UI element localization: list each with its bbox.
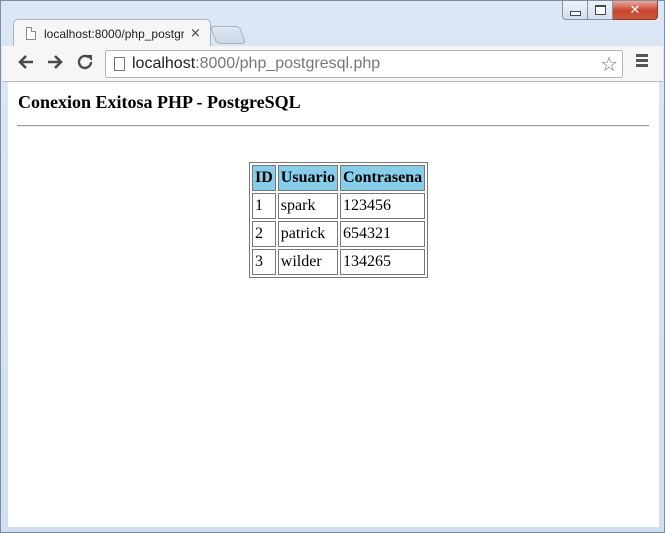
tab-close-icon[interactable]: ×: [190, 26, 201, 41]
table-cell: wilder: [277, 249, 339, 275]
tab-title: localhost:8000/php_postgresql.php: [44, 26, 184, 41]
browser-window: ✕ localhost:8000/php_postgresql.php × lo…: [0, 0, 665, 533]
reload-button[interactable]: [76, 53, 94, 74]
table-cell: 134265: [340, 249, 426, 275]
table-cell: 123456: [340, 193, 426, 219]
window-controls: ✕: [562, 1, 658, 20]
arrow-left-icon: [18, 55, 33, 69]
close-window-button[interactable]: ✕: [613, 1, 658, 20]
page-heading: Conexion Exitosa PHP - PostgreSQL: [18, 92, 301, 112]
users-table: ID Usuario Contrasena 1 spark 123456 2 p…: [249, 162, 429, 278]
table-cell: 1: [252, 193, 276, 219]
column-header: ID: [252, 165, 276, 191]
new-tab-button[interactable]: [209, 26, 247, 44]
divider: [17, 125, 649, 127]
url-text[interactable]: localhost:8000/php_postgresql.php: [132, 55, 380, 73]
table-cell: 2: [252, 221, 276, 247]
close-icon: ✕: [629, 2, 641, 18]
hamburger-menu-icon[interactable]: [636, 54, 648, 69]
maximize-icon: [594, 5, 606, 15]
column-header: Contrasena: [340, 165, 426, 191]
table-cell: 654321: [340, 221, 426, 247]
back-button[interactable]: [17, 53, 35, 74]
column-header: Usuario: [277, 165, 339, 191]
bookmark-star-icon[interactable]: ☆: [600, 52, 618, 76]
address-bar[interactable]: localhost:8000/php_postgresql.php ☆: [105, 50, 623, 78]
table-header-row: ID Usuario Contrasena: [252, 165, 426, 191]
table-cell: patrick: [277, 221, 339, 247]
minimize-button[interactable]: [562, 1, 588, 20]
minimize-icon: [569, 10, 581, 16]
browser-toolbar: localhost:8000/php_postgresql.php ☆: [2, 46, 663, 82]
page-content: Conexion Exitosa PHP - PostgreSQL ID Usu…: [8, 82, 659, 527]
table-cell: spark: [277, 193, 339, 219]
browser-tab[interactable]: localhost:8000/php_postgresql.php ×: [13, 19, 211, 47]
forward-button[interactable]: [46, 53, 64, 74]
page-icon: [26, 27, 36, 40]
table-cell: 3: [252, 249, 276, 275]
maximize-button[interactable]: [588, 1, 613, 20]
table-row: 2 patrick 654321: [252, 221, 426, 247]
table-row: 3 wilder 134265: [252, 249, 426, 275]
reload-icon: [77, 54, 93, 70]
table-row: 1 spark 123456: [252, 193, 426, 219]
page-icon: [114, 57, 125, 71]
arrow-right-icon: [48, 55, 63, 69]
